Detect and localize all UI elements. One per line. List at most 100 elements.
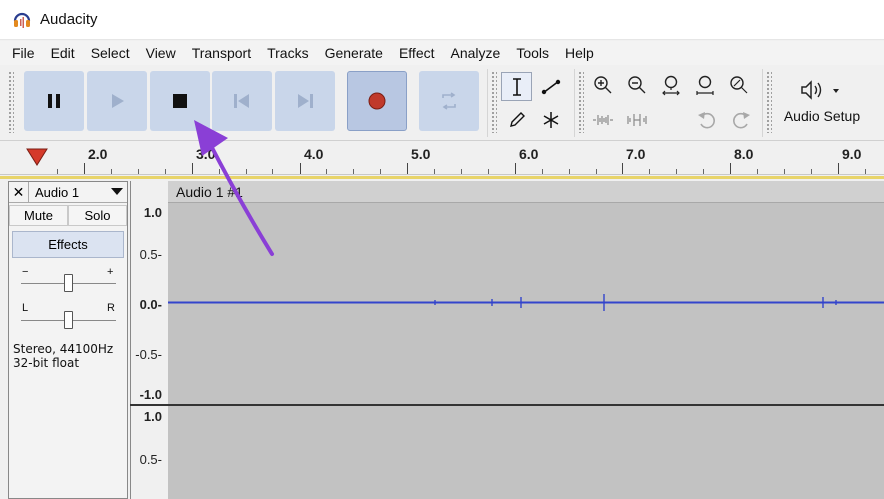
timeline-minor-tick <box>757 169 759 174</box>
timeline-minor-tick <box>353 169 355 174</box>
timeline-minor-tick <box>676 169 678 174</box>
pencil-icon <box>509 111 525 127</box>
timeline-minor-tick <box>568 169 570 174</box>
skip-to-end-button[interactable] <box>275 71 335 131</box>
timeline-minor-tick <box>487 169 489 174</box>
timeline-minor-tick <box>434 169 436 174</box>
toolbar <box>0 65 884 141</box>
zoom-in-icon <box>593 76 611 94</box>
silence-audio-button[interactable] <box>620 105 653 135</box>
title-bar: Audacity <box>0 0 884 40</box>
play-button[interactable] <box>87 71 147 131</box>
vertical-amplitude-ruler[interactable]: 1.0 0.5- 0.0- -0.5- -1.0 1.0 0.5- <box>130 181 168 499</box>
menu-tracks[interactable]: Tracks <box>259 45 316 61</box>
fit-project-button[interactable] <box>688 70 721 100</box>
timeline-minor-tick <box>272 169 274 174</box>
timeline-minor-tick <box>595 169 597 174</box>
audacity-logo-icon <box>12 10 32 30</box>
zoom-selection-icon <box>661 75 680 96</box>
track-format-info: Stereo, 44100Hz <box>13 342 114 356</box>
play-head-marker-icon[interactable] <box>26 148 48 166</box>
timeline-minor-tick <box>57 169 59 174</box>
toolbar-separator <box>574 69 575 137</box>
zoom-out-icon <box>627 76 645 94</box>
zoom-toggle-button[interactable] <box>722 70 755 100</box>
envelope-icon <box>541 79 560 94</box>
timeline-label: 3.0 <box>196 146 216 162</box>
zoom-in-button[interactable] <box>586 70 619 100</box>
timeline-label: 6.0 <box>519 146 539 162</box>
close-track-icon[interactable]: ✕ <box>9 182 29 202</box>
channel-divider <box>130 404 884 406</box>
timeline-label: 2.0 <box>88 146 108 162</box>
timeline-ruler[interactable]: 2.0 3.0 4.0 5.0 6.0 7.0 8.0 9.0 <box>0 141 884 175</box>
clip-name: Audio 1 #1 <box>176 184 243 200</box>
audio-setup-grip[interactable] <box>766 71 772 133</box>
timeline-minor-tick <box>649 169 651 174</box>
menu-transport[interactable]: Transport <box>184 45 259 61</box>
gain-plus-label: + <box>107 266 114 278</box>
menu-view[interactable]: View <box>138 45 184 61</box>
menu-help[interactable]: Help <box>557 45 602 61</box>
edit-grip[interactable] <box>578 71 584 133</box>
zoom-out-button[interactable] <box>620 70 653 100</box>
stop-icon <box>173 94 187 108</box>
mute-button[interactable]: Mute <box>9 205 68 226</box>
menu-file[interactable]: File <box>4 45 43 61</box>
audio-setup-button[interactable]: Audio Setup <box>774 74 870 134</box>
trim-audio-button[interactable] <box>586 105 619 135</box>
timeline-minor-tick <box>864 169 866 174</box>
amplitude-label: 0.5- <box>139 452 162 467</box>
timeline-label: 9.0 <box>842 146 862 162</box>
menu-generate[interactable]: Generate <box>317 45 391 61</box>
pan-right-label: R <box>107 302 115 314</box>
track-menu-dropdown[interactable] <box>107 188 127 196</box>
timeline-tick <box>838 163 839 174</box>
timeline-label: 4.0 <box>304 146 324 162</box>
waveform-area[interactable] <box>168 203 884 499</box>
skip-to-start-button[interactable] <box>212 71 272 131</box>
loop-button[interactable] <box>419 71 479 131</box>
timeline-minor-tick <box>164 169 166 174</box>
timeline-minor-tick <box>703 169 705 174</box>
record-button[interactable] <box>347 71 407 131</box>
tools-grip[interactable] <box>491 71 497 133</box>
pause-button[interactable] <box>24 71 84 131</box>
skip-to-start-icon <box>234 94 249 108</box>
amplitude-label: -0.5- <box>135 347 162 362</box>
timeline-tick <box>730 163 731 174</box>
effects-button[interactable]: Effects <box>12 231 124 258</box>
envelope-tool-button[interactable] <box>535 72 566 101</box>
selection-tool-button[interactable] <box>501 72 532 101</box>
amplitude-label: -1.0 <box>139 387 162 402</box>
solo-button[interactable]: Solo <box>68 205 127 226</box>
loop-icon <box>442 92 456 110</box>
undo-button[interactable] <box>690 105 723 135</box>
pan-slider-thumb[interactable] <box>64 311 73 329</box>
gain-slider-thumb[interactable] <box>64 274 73 292</box>
zoom-toggle-icon <box>729 76 747 94</box>
track-bit-depth-info: 32-bit float <box>13 356 80 370</box>
timeline-tick <box>300 163 301 174</box>
menu-edit[interactable]: Edit <box>43 45 83 61</box>
menu-effect[interactable]: Effect <box>391 45 443 61</box>
fit-selection-button[interactable] <box>654 70 687 100</box>
timeline-minor-tick <box>245 169 247 174</box>
menu-tools[interactable]: Tools <box>508 45 557 61</box>
timeline-minor-tick <box>541 169 543 174</box>
clip-header[interactable]: Audio 1 #1 <box>168 181 884 203</box>
redo-button[interactable] <box>724 105 757 135</box>
track-name[interactable]: Audio 1 <box>29 185 107 200</box>
menu-select[interactable]: Select <box>83 45 138 61</box>
timeline-label: 7.0 <box>626 146 646 162</box>
menu-analyze[interactable]: Analyze <box>443 45 509 61</box>
track-area: ✕ Audio 1 Mute Solo Effects − + L R Ster… <box>0 179 884 499</box>
draw-tool-button[interactable] <box>501 105 532 134</box>
timeline-label: 8.0 <box>734 146 754 162</box>
toolbar-grip[interactable] <box>8 71 14 133</box>
skip-to-end-icon <box>298 94 313 108</box>
pan-left-label: L <box>22 302 29 314</box>
multi-tool-button[interactable] <box>535 105 566 134</box>
timeline-minor-tick <box>137 169 139 174</box>
stop-button[interactable] <box>150 71 210 131</box>
